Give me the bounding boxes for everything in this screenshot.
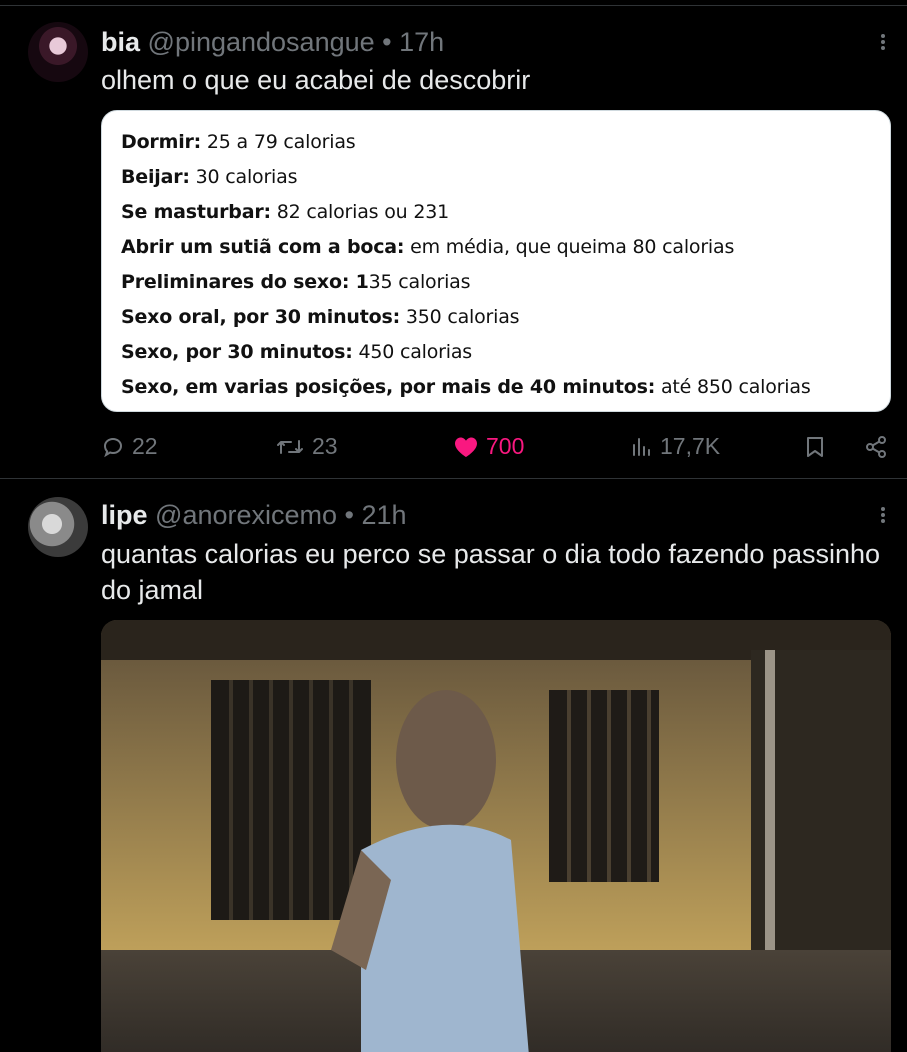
tweet[interactable]: lipe @anorexicemo • 21h quantas calorias… bbox=[0, 479, 907, 1052]
tweet-header: lipe @anorexicemo • 21h bbox=[101, 498, 407, 532]
tweet-text: olhem o que eu acabei de descobrir bbox=[101, 65, 531, 95]
calorie-value: 350 calorias bbox=[399, 306, 520, 328]
activity-label: Beijar: bbox=[121, 166, 190, 188]
user-handle[interactable]: @pingandosangue bbox=[148, 27, 375, 57]
views-chart-icon bbox=[633, 437, 650, 456]
tweet-header: bia @pingandosangue • 17h bbox=[101, 25, 444, 59]
retweet-count: 23 bbox=[312, 433, 338, 459]
separator-dot: • bbox=[344, 500, 354, 530]
activity-label: Dormir: bbox=[121, 131, 202, 153]
calorie-list-item: Preliminares do sexo: 135 calorias bbox=[121, 265, 890, 300]
calorie-value: 82 calorias ou 231 bbox=[270, 201, 449, 223]
calorie-value: 35 calorias bbox=[368, 271, 471, 293]
bookmark-button[interactable] bbox=[805, 435, 825, 459]
calorie-list-item: Sexo oral, por 30 minutos: 350 calorias bbox=[121, 300, 890, 335]
retweet-icon bbox=[277, 439, 303, 454]
timestamp[interactable]: 17h bbox=[399, 27, 444, 57]
calorie-list-item: Se masturbar: 82 calorias ou 231 bbox=[121, 195, 890, 230]
reply-icon bbox=[103, 437, 123, 457]
calorie-list-item: Sexo, por 30 minutos: 450 calorias bbox=[121, 335, 890, 370]
timestamp[interactable]: 21h bbox=[362, 500, 407, 530]
activity-label: Sexo, por 30 minutos: bbox=[121, 341, 353, 363]
reply-button[interactable]: 22 bbox=[101, 433, 158, 460]
display-name[interactable]: lipe bbox=[101, 500, 148, 530]
calorie-list-item: Sexo, em varias posições, por mais de 40… bbox=[121, 370, 890, 405]
reply-count: 22 bbox=[132, 433, 158, 459]
calorie-value: até 850 calorias bbox=[655, 376, 811, 398]
share-button[interactable] bbox=[864, 435, 888, 459]
retweet-button[interactable]: 23 bbox=[275, 433, 338, 460]
calorie-value: em média, que queima 80 calorias bbox=[404, 236, 735, 258]
avatar[interactable] bbox=[28, 497, 88, 557]
like-button[interactable]: 700 bbox=[453, 433, 524, 460]
calorie-value: 30 calorias bbox=[189, 166, 298, 188]
calorie-value: 450 calorias bbox=[352, 341, 472, 363]
video-frame bbox=[101, 620, 891, 1052]
activity-label: Preliminares do sexo: 1 bbox=[121, 271, 369, 293]
more-vertical-icon[interactable] bbox=[873, 30, 893, 54]
more-vertical-icon[interactable] bbox=[873, 503, 893, 527]
calorie-list: Dormir: 25 a 79 calorias Beijar: 30 calor… bbox=[102, 111, 890, 405]
activity-label: Sexo oral, por 30 minutos: bbox=[121, 306, 400, 328]
tweet-text: quantas calorias eu perco se passar o di… bbox=[101, 539, 881, 605]
calorie-list-item: Abrir um sutiã com a boca: em média, que… bbox=[121, 230, 890, 265]
user-handle[interactable]: @anorexicemo bbox=[155, 500, 337, 530]
activity-label: Sexo, em varias posições, por mais de 40… bbox=[121, 376, 656, 398]
video-media[interactable] bbox=[101, 620, 891, 1052]
calorie-list-item: Dormir: 25 a 79 calorias bbox=[121, 125, 890, 160]
display-name[interactable]: bia bbox=[101, 27, 140, 57]
heart-filled-icon bbox=[455, 437, 477, 457]
like-count: 700 bbox=[486, 433, 525, 459]
separator-dot: • bbox=[382, 27, 392, 57]
calorie-list-item: Beijar: 30 calorias bbox=[121, 160, 890, 195]
tweet[interactable]: bia @pingandosangue • 17h olhem o que eu… bbox=[0, 0, 907, 478]
calorie-list-image[interactable]: Dormir: 25 a 79 calorias Beijar: 30 calor… bbox=[101, 110, 891, 412]
views-button[interactable]: 17,7K bbox=[631, 433, 720, 460]
avatar[interactable] bbox=[28, 22, 88, 82]
calorie-value: 25 a 79 calorias bbox=[201, 131, 356, 153]
tweet-actions: 22 23 700 17,7K bbox=[0, 428, 907, 464]
activity-label: Se masturbar: bbox=[121, 201, 271, 223]
activity-label: Abrir um sutiã com a boca: bbox=[121, 236, 405, 258]
views-count: 17,7K bbox=[660, 433, 721, 459]
bookmark-icon bbox=[807, 437, 823, 457]
share-icon bbox=[866, 436, 886, 458]
